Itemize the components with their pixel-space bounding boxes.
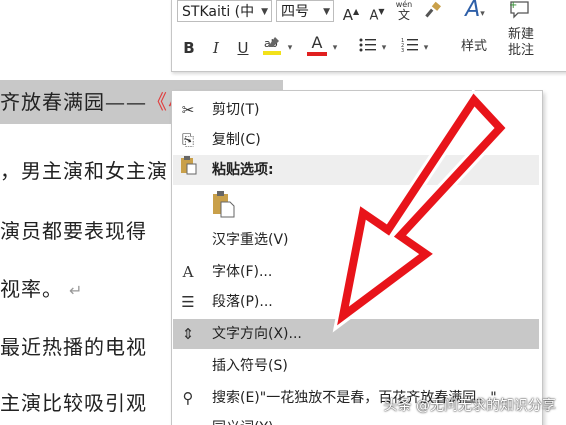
bullets-button[interactable] [358, 37, 378, 59]
doc-line-text: 最近热播的电视 [0, 335, 147, 359]
numbering-icon: 1 2 3 [401, 38, 418, 54]
chevron-down-icon[interactable]: ▾ [285, 37, 295, 59]
paste-keep-formatting-button[interactable] [210, 190, 236, 218]
underline-button[interactable]: U [234, 37, 252, 59]
svg-text:3: 3 [401, 48, 404, 53]
numbering-button[interactable]: 1 2 3 [400, 37, 420, 59]
new-comment-label-1: 新建 [507, 27, 534, 42]
menu-item-label: 同义词(Y) [212, 413, 273, 425]
menu-item-label: 字体(F)... [212, 264, 273, 280]
menu-item-label: 汉字重选(V) [212, 232, 289, 248]
styles-icon: A [465, 0, 481, 22]
font-color-letter: A [311, 33, 323, 52]
format-painter-icon [425, 1, 441, 18]
menu-item-label: 剪切(T) [212, 102, 260, 118]
shrink-font-button[interactable]: A▼ [368, 1, 386, 23]
menu-item-paragraph[interactable]: ☰ 段落(P)... [173, 287, 539, 317]
context-menu: ✂ 剪切(T) ⎘ 复制(C) 粘贴选项: 汉字重选(V) A 字体(F)...… [171, 90, 543, 425]
font-color-button[interactable]: A [305, 35, 329, 57]
menu-item-hanzi-reselect[interactable]: 汉字重选(V) [173, 225, 539, 255]
bold-button[interactable]: B [180, 37, 198, 59]
menu-item-label: 粘贴选项: [212, 162, 274, 178]
bullets-icon [359, 38, 376, 52]
scissors-icon: ✂ [181, 101, 195, 119]
menu-header-paste-options: 粘贴选项: [173, 155, 539, 185]
doc-line[interactable]: 演员都要表现得 [0, 215, 147, 244]
styles-label: 样式 [460, 39, 487, 54]
highlight-button[interactable]: ab [260, 35, 284, 57]
text-direction-icon: ⇕ [181, 325, 195, 343]
italic-button[interactable]: I [207, 37, 225, 59]
phonetic-guide-button[interactable]: wén 文 [394, 0, 414, 21]
styles-button[interactable]: A▾ [458, 0, 492, 21]
new-comment-label-2: 批注 [507, 43, 534, 58]
new-comment-icon: + [509, 0, 529, 19]
doc-line[interactable]: ，男主演和女主演 [0, 155, 168, 184]
format-painter-button[interactable] [423, 1, 443, 23]
copy-icon: ⎘ [181, 131, 194, 149]
menu-item-label: 复制(C) [212, 132, 261, 148]
search-icon: ⚲ [182, 389, 194, 407]
menu-item-copy[interactable]: ⎘ 复制(C) [173, 125, 539, 155]
grow-font-icon: A [342, 6, 354, 24]
font-name-value: STKaiti (中 [182, 4, 255, 20]
chevron-down-icon[interactable]: ▾ [379, 37, 389, 59]
highlighter-icon: ab [263, 37, 281, 55]
menu-item-insert-symbol[interactable]: 插入符号(S) [173, 351, 539, 381]
doc-line[interactable]: 视率。 ↵ [0, 273, 83, 302]
menu-item-font[interactable]: A 字体(F)... [173, 257, 539, 287]
doc-line-text: 齐放春满园—— [0, 90, 147, 114]
doc-line-text: 演员都要表现得 [0, 219, 147, 243]
phonetic-char: 文 [397, 8, 410, 22]
menu-item-label: 段落(P)... [212, 294, 273, 310]
chevron-down-icon: ▼ [323, 7, 330, 17]
font-size-value: 四号 [281, 4, 309, 20]
font-size-combo[interactable]: 四号 ▼ [276, 0, 334, 22]
paste-icon [177, 155, 199, 185]
doc-line[interactable]: 最近热播的电视 [0, 331, 147, 360]
font-color-bar [307, 52, 327, 56]
mini-toolbar: STKaiti (中 ▼ 四号 ▼ A▲ A▼ wén 文 A▾ 样式 + 新建… [171, 0, 566, 72]
svg-text:+: + [509, 0, 517, 11]
chevron-down-icon[interactable]: ▾ [421, 37, 431, 59]
paragraph-icon: ☰ [181, 293, 195, 311]
menu-item-label: 插入符号(S) [212, 358, 288, 374]
menu-item-label: 文字方向(X)... [212, 326, 302, 342]
grow-font-button[interactable]: A▲ [342, 1, 360, 24]
watermark: 头条 @无问无求的知识分享 [383, 398, 556, 414]
font-icon: A [182, 263, 194, 281]
new-comment-label: 新建 批注 [502, 27, 540, 59]
doc-line-text: 视率。 [0, 277, 63, 301]
chevron-down-icon: ▼ [261, 7, 268, 17]
paste-keep-icon [213, 191, 235, 218]
doc-line-text: 主演比较吸引观 [0, 391, 147, 415]
new-comment-button[interactable]: + [505, 0, 535, 21]
doc-line-text: ，男主演和女主演 [0, 159, 168, 183]
chevron-down-icon[interactable]: ▾ [330, 37, 340, 59]
doc-line[interactable]: 主演比较吸引观 [0, 387, 147, 416]
menu-item-cut[interactable]: ✂ 剪切(T) [173, 95, 539, 125]
menu-item-text-direction[interactable]: ⇕ 文字方向(X)... [173, 319, 539, 349]
font-name-combo[interactable]: STKaiti (中 ▼ [177, 0, 272, 22]
paragraph-mark-icon: ↵ [69, 281, 84, 300]
